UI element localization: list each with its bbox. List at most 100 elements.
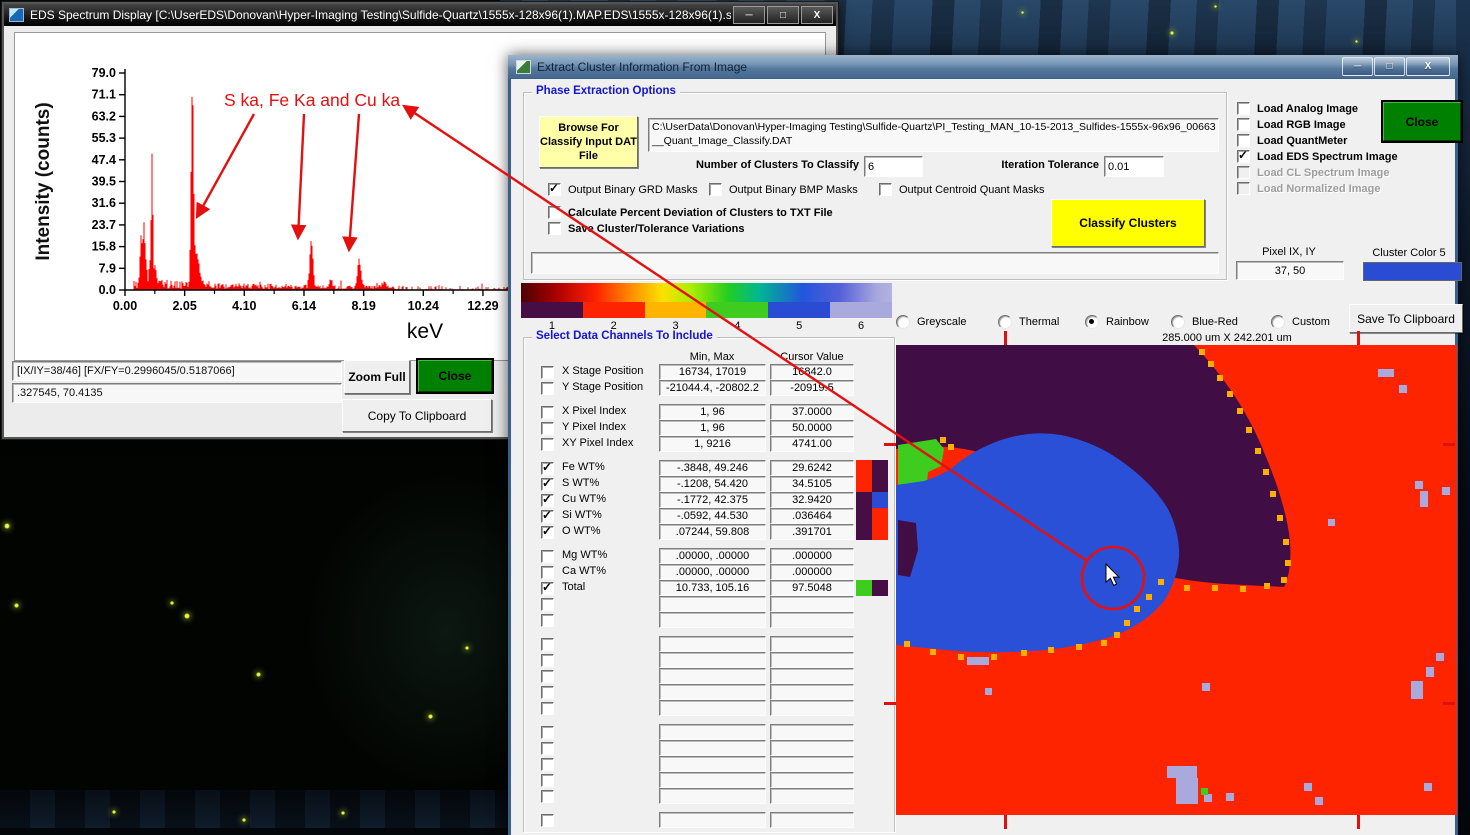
zoom-full-button[interactable]: Zoom Full: [344, 360, 410, 394]
palette-cluster-3[interactable]: [645, 302, 707, 318]
channel-checkbox[interactable]: ✓: [541, 582, 554, 595]
radio-greyscale[interactable]: Greyscale: [896, 315, 967, 329]
maximize-icon[interactable]: □: [767, 6, 799, 24]
channel-checkbox[interactable]: ✓: [541, 478, 554, 491]
channel-cursor-field: 4741.00: [770, 436, 854, 452]
copy-to-clipboard-button[interactable]: Copy To Clipboard: [342, 399, 492, 432]
clusters-count-input[interactable]: 6: [864, 156, 923, 177]
load-option-load-eds-spectrum-image[interactable]: ✓Load EDS Spectrum Image: [1237, 150, 1398, 163]
mask-checkbox-0[interactable]: ✓ Output Binary GRD Masks: [548, 183, 698, 196]
radio-button[interactable]: [1171, 315, 1185, 329]
palette-cluster-6[interactable]: [830, 302, 892, 318]
load-option-load-quantmeter[interactable]: Load QuantMeter: [1237, 134, 1347, 147]
channel-minmax-field: [659, 684, 766, 700]
channel-cursor-field: -20919.5: [770, 380, 854, 396]
maximize-icon[interactable]: □: [1374, 57, 1405, 76]
cluster-color-label: Cluster Color 5: [1354, 247, 1464, 259]
save-to-clipboard-button[interactable]: Save To Clipboard: [1349, 304, 1463, 333]
channel-checkbox[interactable]: [541, 702, 554, 715]
palette-cluster-4[interactable]: [706, 302, 768, 318]
checkbox[interactable]: ✓: [548, 183, 561, 196]
load-option-load-rgb-image[interactable]: Load RGB Image: [1237, 118, 1346, 131]
channel-minmax-field: -21044.4, -20802.2: [659, 380, 766, 396]
channel-cursor-field: [770, 740, 854, 756]
channel-cursor-field: [770, 812, 854, 828]
channel-minmax-field: 10.733, 105.16: [659, 580, 766, 596]
extract-titlebar[interactable]: Extract Cluster Information From Image ─…: [508, 55, 1458, 79]
mask-checkbox-1[interactable]: Output Binary BMP Masks: [709, 183, 858, 196]
channel-checkbox[interactable]: ✓: [541, 494, 554, 507]
minimize-icon[interactable]: ─: [733, 6, 765, 24]
channel-minmax-field: [659, 636, 766, 652]
channel-checkbox[interactable]: [541, 654, 554, 667]
radio-custom[interactable]: Custom: [1271, 315, 1330, 329]
calc-deviation-checkbox[interactable]: Calculate Percent Deviation of Clusters …: [548, 206, 833, 219]
checkbox[interactable]: [548, 222, 561, 235]
svg-text:79.0: 79.0: [92, 66, 116, 80]
svg-text:23.7: 23.7: [92, 218, 116, 232]
channel-checkbox[interactable]: [541, 670, 554, 683]
palette-cluster-5[interactable]: [768, 302, 830, 318]
channel-checkbox[interactable]: ✓: [541, 462, 554, 475]
channel-checkbox[interactable]: [541, 774, 554, 787]
channel-checkbox[interactable]: [541, 438, 554, 451]
palette-cluster-1[interactable]: [521, 302, 583, 318]
channel-checkbox[interactable]: [541, 638, 554, 651]
channel-checkbox[interactable]: [541, 422, 554, 435]
checkbox[interactable]: [1237, 118, 1250, 131]
channel-minmax-field: [659, 612, 766, 628]
calc-deviation-checkbox-label: Calculate Percent Deviation of Clusters …: [568, 207, 833, 219]
palette-cluster-2[interactable]: [583, 302, 645, 318]
close-icon[interactable]: X: [801, 6, 833, 24]
channel-checkbox[interactable]: ✓: [541, 510, 554, 523]
radio-button[interactable]: [1271, 315, 1285, 329]
palette-gradient-bar: [521, 283, 892, 302]
iteration-tolerance-input[interactable]: 0.01: [1104, 156, 1164, 177]
radio-button[interactable]: [998, 315, 1012, 329]
mask-checkbox-label: Output Binary GRD Masks: [568, 184, 698, 196]
checkbox[interactable]: [879, 183, 892, 196]
channel-checkbox[interactable]: [541, 566, 554, 579]
clusters-count-label: Number of Clusters To Classify: [681, 159, 859, 171]
radio-thermal[interactable]: Thermal: [998, 315, 1059, 329]
radio-button[interactable]: [1085, 315, 1099, 329]
channel-checkbox[interactable]: [541, 598, 554, 611]
eds-titlebar[interactable]: EDS Spectrum Display [C:\UserEDS\Donovan…: [4, 4, 836, 26]
cluster-classified-image[interactable]: [896, 345, 1457, 815]
channel-checkbox[interactable]: [541, 406, 554, 419]
svg-text:4.10: 4.10: [232, 299, 256, 313]
channel-checkbox[interactable]: [541, 726, 554, 739]
save-variations-checkbox[interactable]: Save Cluster/Tolerance Variations: [548, 222, 744, 235]
channel-checkbox[interactable]: [541, 614, 554, 627]
channel-cluster-swatch: [872, 524, 888, 540]
classify-clusters-button[interactable]: Classify Clusters: [1051, 199, 1205, 247]
checkbox[interactable]: ✓: [1237, 150, 1250, 163]
radio-blue-red[interactable]: Blue-Red: [1171, 315, 1238, 329]
channel-checkbox[interactable]: [541, 366, 554, 379]
checkbox[interactable]: [709, 183, 722, 196]
mask-checkbox-2[interactable]: Output Centroid Quant Masks: [879, 183, 1045, 196]
close-icon[interactable]: X: [1406, 57, 1450, 76]
browse-dat-button[interactable]: Browse For Classify Input DAT File: [539, 116, 638, 168]
channel-checkbox[interactable]: ✓: [541, 526, 554, 539]
channel-checkbox[interactable]: [541, 742, 554, 755]
checkbox[interactable]: [1237, 134, 1250, 147]
checkbox[interactable]: [1237, 102, 1250, 115]
checkbox[interactable]: [548, 206, 561, 219]
channel-checkbox[interactable]: [541, 382, 554, 395]
channel-checkbox[interactable]: [541, 686, 554, 699]
minimize-icon[interactable]: ─: [1342, 57, 1373, 76]
channel-checkbox[interactable]: [541, 758, 554, 771]
dat-path-field[interactable]: C:\UserData\Donovan\Hyper-Imaging Testin…: [648, 118, 1219, 152]
channel-label: Si WT%: [562, 509, 602, 521]
channel-checkbox[interactable]: [541, 790, 554, 803]
cursor-position-field: [IX/IY=38/46] [FX/FY=0.2996045/0.5187066…: [12, 361, 342, 381]
spectrum-close-button[interactable]: Close: [418, 360, 492, 392]
channel-checkbox[interactable]: [541, 814, 554, 827]
channel-checkbox[interactable]: [541, 550, 554, 563]
radio-rainbow[interactable]: Rainbow: [1085, 315, 1149, 329]
radio-button[interactable]: [896, 315, 910, 329]
channel-cluster-swatch: [856, 580, 872, 596]
extract-close-button[interactable]: Close: [1383, 102, 1461, 141]
load-option-load-analog-image[interactable]: Load Analog Image: [1237, 102, 1358, 115]
